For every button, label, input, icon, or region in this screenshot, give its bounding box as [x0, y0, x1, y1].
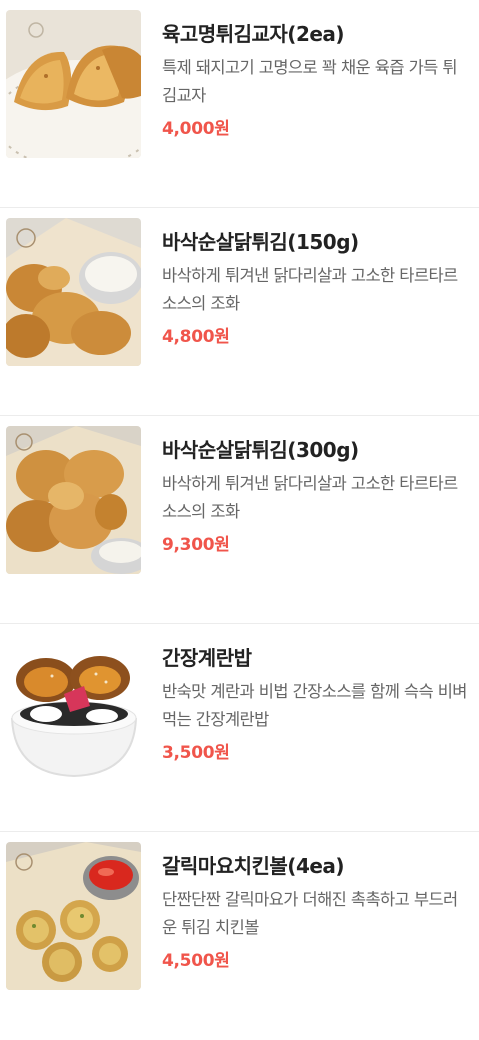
chicken-ball-photo — [6, 842, 141, 990]
menu-item-description: 반숙맛 계란과 비법 간장소스를 함께 슥슥 비벼 먹는 간장계란밥 — [162, 682, 467, 729]
soy-egg-rice-photo — [6, 634, 141, 782]
menu-item-price: 3,500원 — [162, 743, 230, 763]
menu-item-price: 4,000원 — [162, 119, 230, 139]
menu-item-price: 4,500원 — [162, 951, 230, 971]
fried-dumpling-photo — [6, 10, 141, 158]
menu-item-fried-dumpling[interactable]: 육고명튀김교자(2ea) 특제 돼지고기 고명으로 꽉 채운 육즙 가득 튀김교… — [0, 0, 479, 208]
menu-item-name: 바삭순살닭튀김(150g) — [162, 230, 359, 254]
menu-item-garlic-mayo-chicken-ball[interactable]: 갈릭마요치킨볼(4ea) 단짠단짠 갈릭마요가 더해진 촉촉하고 부드러운 튀김… — [0, 832, 479, 1040]
menu-list: 육고명튀김교자(2ea) 특제 돼지고기 고명으로 꽉 채운 육즙 가득 튀김교… — [0, 0, 479, 1040]
menu-item-info: 육고명튀김교자(2ea) 특제 돼지고기 고명으로 꽉 채운 육즙 가득 튀김교… — [162, 20, 471, 142]
menu-item-name: 바삭순살닭튀김(300g) — [162, 438, 359, 462]
menu-item-description: 바삭하게 튀겨낸 닭다리살과 고소한 타르타르소스의 조화 — [162, 474, 458, 521]
menu-item-price: 9,300원 — [162, 535, 230, 555]
fried-chicken-small-photo — [6, 218, 141, 366]
menu-item-price: 4,800원 — [162, 327, 230, 347]
menu-item-name: 간장계란밥 — [162, 646, 252, 670]
menu-item-name: 갈릭마요치킨볼(4ea) — [162, 854, 345, 878]
menu-item-info: 바삭순살닭튀김(300g) 바삭하게 튀겨낸 닭다리살과 고소한 타르타르소스의… — [162, 436, 471, 558]
menu-item-description: 단짠단짠 갈릭마요가 더해진 촉촉하고 부드러운 튀김 치킨볼 — [162, 890, 458, 937]
menu-item-description: 바삭하게 튀겨낸 닭다리살과 고소한 타르타르소스의 조화 — [162, 266, 458, 313]
fried-chicken-large-photo — [6, 426, 141, 574]
menu-item-name: 육고명튀김교자(2ea) — [162, 22, 345, 46]
menu-item-fried-chicken-300g[interactable]: 바삭순살닭튀김(300g) 바삭하게 튀겨낸 닭다리살과 고소한 타르타르소스의… — [0, 416, 479, 624]
menu-item-info: 간장계란밥 반숙맛 계란과 비법 간장소스를 함께 슥슥 비벼 먹는 간장계란밥… — [162, 644, 471, 766]
menu-item-description: 특제 돼지고기 고명으로 꽉 채운 육즙 가득 튀김교자 — [162, 58, 458, 105]
menu-item-fried-chicken-150g[interactable]: 바삭순살닭튀김(150g) 바삭하게 튀겨낸 닭다리살과 고소한 타르타르소스의… — [0, 208, 479, 416]
menu-item-soy-egg-rice[interactable]: 간장계란밥 반숙맛 계란과 비법 간장소스를 함께 슥슥 비벼 먹는 간장계란밥… — [0, 624, 479, 832]
menu-item-info: 바삭순살닭튀김(150g) 바삭하게 튀겨낸 닭다리살과 고소한 타르타르소스의… — [162, 228, 471, 350]
menu-item-info: 갈릭마요치킨볼(4ea) 단짠단짠 갈릭마요가 더해진 촉촉하고 부드러운 튀김… — [162, 852, 471, 974]
